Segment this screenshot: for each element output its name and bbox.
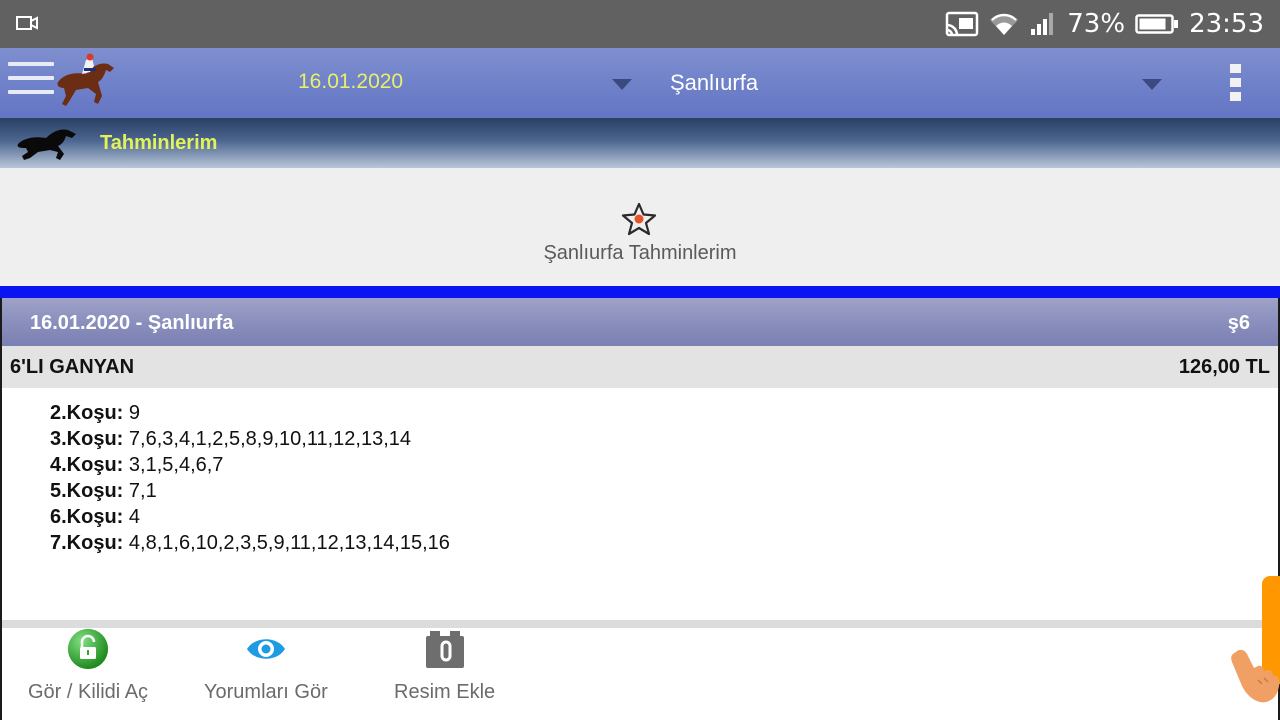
view-comments-button[interactable]: Yorumları Gör [204,628,328,704]
card-actions: Gör / Kilidi Aç Yorumları Gör Resim Ekle [2,628,1278,720]
date-selector[interactable]: 16.01.2020 [298,70,403,94]
menu-icon[interactable] [8,62,54,98]
unlock-icon [28,628,148,675]
chevron-down-icon[interactable] [612,78,632,96]
add-image-button[interactable]: Resim Ekle [394,628,495,704]
camera-icon [394,628,495,675]
chevron-down-icon[interactable] [1142,78,1162,96]
list-item: 3.Koşu: 7,6,3,4,1,2,5,8,9,10,11,12,13,14 [50,428,411,450]
card-code: ş6 [1227,312,1250,334]
add-image-label: Resim Ekle [394,681,496,703]
bet-row: 6'LI GANYAN 126,00 TL [2,346,1278,388]
screen-record-icon [16,14,38,37]
more-options-icon[interactable] [1230,64,1244,104]
status-bar: 73% 23:53 [0,0,1280,48]
clock: 23:53 [1189,9,1264,39]
list-item: 6.Koşu: 4 [50,506,141,528]
list-item: 5.Koşu: 7,1 [50,480,157,502]
star-icon[interactable] [621,202,657,241]
app-bar: 16.01.2020 Şanlıurfa [0,48,1280,118]
unlock-label: Gör / Kilidi Aç [28,681,149,703]
battery-percent: 73% [1067,9,1126,39]
cast-icon [945,11,979,37]
city-selector[interactable]: Şanlıurfa [670,70,758,96]
wifi-icon [989,11,1019,37]
race-list: 2.Koşu: 9 3.Koşu: 7,6,3,4,1,2,5,8,9,10,1… [50,400,450,556]
horse-jockey-logo-icon [52,52,122,117]
list-item: 2.Koşu: 9 [50,402,141,424]
section-title: Tahminlerim [100,132,218,154]
divider [2,620,1278,628]
favorites-label[interactable]: Şanlıurfa Tahminlerim [0,242,1280,265]
section-header: Tahminlerim [0,118,1280,168]
bet-type: 6'LI GANYAN [10,356,135,378]
pointer-hand-icon [1228,644,1280,709]
bet-amount: 126,00 TL [1178,356,1270,378]
divider [0,286,1280,298]
list-item: 7.Koşu: 4,8,1,6,10,2,3,5,9,11,12,13,14,1… [50,532,450,554]
list-item: 4.Koşu: 3,1,5,4,6,7 [50,454,224,476]
eye-icon [204,628,328,675]
card-header: 16.01.2020 - Şanlıurfa ş6 [2,298,1278,346]
battery-icon [1135,13,1179,35]
signal-icon [1029,11,1057,37]
comments-label: Yorumları Gör [204,681,328,703]
card-title: 16.01.2020 - Şanlıurfa [30,312,234,334]
favorites-area[interactable]: Şanlıurfa Tahminlerim [0,168,1280,286]
prediction-card: 16.01.2020 - Şanlıurfa ş6 6'LI GANYAN 12… [0,298,1280,720]
unlock-button[interactable]: Gör / Kilidi Aç [28,628,148,704]
running-horse-icon [16,124,82,167]
